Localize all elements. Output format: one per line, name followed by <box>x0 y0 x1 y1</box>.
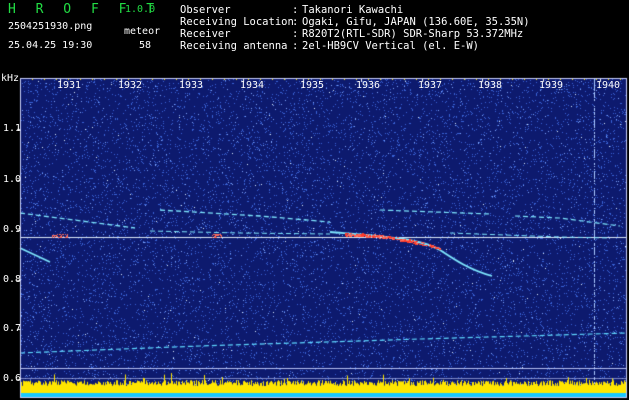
antenna-value: 2el-HB9CV Vertical (el. E-W) <box>302 40 480 52</box>
y-tick-label: 0.6 <box>3 373 22 384</box>
observer-sep: : <box>292 4 299 16</box>
meteor-count: 58 <box>139 40 152 51</box>
receiver-value: R820T2(RTL-SDR) SDR-Sharp 53.372MHz <box>302 28 524 40</box>
file-datetime: 25.04.25 19:30 <box>8 40 93 51</box>
spectrogram-canvas <box>0 0 629 400</box>
app-version: 1.0.0 <box>125 4 156 15</box>
x-tick-label: 1937 <box>418 80 443 91</box>
x-tick-label: 1933 <box>179 80 204 91</box>
x-tick-label: 1932 <box>118 80 143 91</box>
x-tick-label: 1936 <box>356 80 381 91</box>
x-tick-label: 1935 <box>300 80 325 91</box>
x-tick-label: 1939 <box>539 80 564 91</box>
location-label: Receiving Location <box>180 16 294 28</box>
x-tick-label: 1938 <box>478 80 503 91</box>
file-name: 2504251930.png <box>8 21 93 32</box>
x-tick-label: 1934 <box>240 80 265 91</box>
y-tick-label: 1.0 <box>3 174 22 185</box>
antenna-sep: : <box>292 40 299 52</box>
y-axis-unit: kHz <box>1 73 20 84</box>
y-tick-label: 1.1 <box>3 123 22 134</box>
meteor-label: meteor <box>124 26 161 37</box>
x-tick-label: 1931 <box>57 80 82 91</box>
observer-value: Takanori Kawachi <box>302 4 404 16</box>
y-tick-label: 0.7 <box>3 323 22 334</box>
location-sep: : <box>292 16 299 28</box>
y-tick-label: 0.9 <box>3 224 22 235</box>
receiver-label: Receiver <box>180 28 231 40</box>
x-tick-label: 1940 <box>596 80 621 91</box>
receiver-sep: : <box>292 28 299 40</box>
location-value: Ogaki, Gifu, JAPAN (136.60E, 35.35N) <box>302 16 530 28</box>
antenna-label: Receiving antenna <box>180 40 288 52</box>
observer-label: Observer <box>180 4 231 16</box>
y-tick-label: 0.8 <box>3 274 22 285</box>
